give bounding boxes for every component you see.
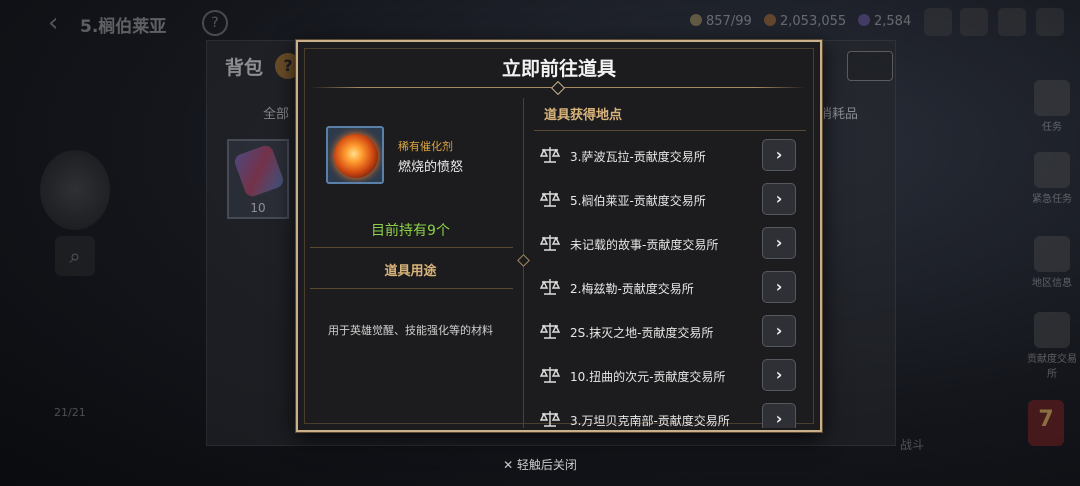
- scale-icon: [540, 411, 560, 427]
- menu-label: 紧急任务: [1032, 194, 1072, 205]
- go-button[interactable]: ›: [762, 227, 796, 259]
- zoom-icon[interactable]: ⌕: [55, 236, 95, 276]
- slot-quantity: 10: [250, 201, 266, 215]
- episode-number: 7: [1038, 407, 1054, 432]
- currency-gold: 2,053,055: [764, 14, 846, 29]
- usage-text: 用于英雄觉醒、技能强化等的材料: [328, 324, 493, 337]
- go-button[interactable]: ›: [762, 183, 796, 215]
- close-hint[interactable]: ✕ 轻触后关闭: [0, 456, 1080, 473]
- go-button[interactable]: ›: [762, 271, 796, 303]
- inventory-slot[interactable]: 10: [227, 139, 289, 219]
- modal-title: 立即前往道具: [501, 58, 616, 80]
- source-label: 10.扭曲的次元-贡献度交易所: [570, 370, 726, 384]
- list-item: 10.扭曲的次元-贡献度交易所 ›: [534, 358, 806, 394]
- urgent-quest-icon: [1034, 152, 1070, 188]
- location-title: 5.榈伯莱亚: [80, 17, 167, 37]
- scale-icon: [540, 367, 560, 383]
- scale-icon: [1034, 312, 1070, 348]
- scale-icon: [540, 191, 560, 207]
- tab-all[interactable]: 全部: [263, 103, 289, 122]
- currency-value: 2,053,055: [780, 14, 847, 29]
- quest-icon: [1034, 80, 1070, 116]
- go-button[interactable]: ›: [762, 315, 796, 347]
- exchange-menu[interactable]: 贡献度交易所: [1024, 312, 1080, 380]
- go-button[interactable]: ›: [762, 403, 796, 428]
- menu-label: 贡献度交易所: [1027, 354, 1077, 380]
- left-hud: ⌕: [40, 150, 110, 276]
- source-label: 未记载的故事-贡献度交易所: [570, 238, 719, 252]
- list-item: 未记载的故事-贡献度交易所 ›: [534, 226, 806, 262]
- sources-title: 道具获得地点: [544, 108, 623, 123]
- source-label: 5.榈伯莱亚-贡献度交易所: [570, 194, 706, 208]
- list-item: 2.梅兹勒-贡献度交易所 ›: [534, 270, 806, 306]
- owned-count: 目前持有9个: [371, 223, 450, 239]
- list-item: 5.榈伯莱亚-贡献度交易所 ›: [534, 182, 806, 218]
- tab-consumable[interactable]: 消耗品: [819, 103, 858, 122]
- party-counter: 21/21: [54, 406, 86, 419]
- inventory-icon[interactable]: [924, 8, 952, 36]
- list-item: 2S.抹灭之地-贡献度交易所 ›: [534, 314, 806, 350]
- source-label: 3.万坦贝克南部-贡献度交易所: [570, 414, 730, 428]
- episode-button[interactable]: 7: [1028, 400, 1064, 446]
- go-to-item-modal: 立即前往道具 稀有催化剂 燃烧的愤怒 目前持有9个 道具用途 用于英雄觉醒、技能…: [296, 40, 822, 432]
- map-icon: [1034, 236, 1070, 272]
- currency-stamina: 857/99: [690, 14, 752, 29]
- sort-icon[interactable]: [847, 51, 893, 81]
- item-name: 燃烧的愤怒: [398, 160, 464, 175]
- source-label: 3.萨波瓦拉-贡献度交易所: [570, 150, 706, 164]
- crystal-icon: [858, 14, 870, 26]
- go-button[interactable]: ›: [762, 139, 796, 171]
- chat-icon[interactable]: [998, 8, 1026, 36]
- scale-icon: [540, 279, 560, 295]
- fire-orb-icon: [334, 134, 378, 178]
- section-divider: [310, 288, 513, 289]
- currency-value: 857/99: [706, 14, 752, 29]
- sources-list[interactable]: 3.萨波瓦拉-贡献度交易所 › 5.榈伯莱亚-贡献度交易所 › 未记载的故事-贡…: [534, 138, 806, 428]
- compass-icon[interactable]: [40, 150, 110, 230]
- menu-label: 地区信息: [1032, 278, 1072, 289]
- scale-icon: [540, 235, 560, 251]
- quest-menu[interactable]: 任务: [1024, 80, 1080, 133]
- item-grade: 稀有催化剂: [398, 140, 453, 153]
- currency-crystal: 2,584: [858, 14, 911, 29]
- back-arrow-icon[interactable]: ‹: [48, 8, 58, 38]
- gold-icon: [764, 14, 776, 26]
- help-button[interactable]: ?: [202, 10, 228, 36]
- gem-icon: [232, 143, 286, 199]
- urgent-quest-menu[interactable]: 紧急任务: [1024, 152, 1080, 205]
- bag-title: 背包: [225, 57, 264, 79]
- list-item: 3.万坦贝克南部-贡献度交易所 ›: [534, 402, 806, 428]
- top-hud: ‹ 5.榈伯莱亚 ? 857/99 2,053,055 2,584: [0, 0, 1080, 44]
- menu-icon[interactable]: [1036, 8, 1064, 36]
- region-info-menu[interactable]: 地区信息: [1024, 236, 1080, 289]
- sources-divider: [534, 130, 806, 131]
- scale-icon: [540, 147, 560, 163]
- go-button[interactable]: ›: [762, 359, 796, 391]
- menu-label: 任务: [1042, 122, 1062, 133]
- fight-button[interactable]: 战斗: [900, 436, 924, 453]
- usage-title: 道具用途: [384, 264, 437, 279]
- list-item: 3.萨波瓦拉-贡献度交易所 ›: [534, 138, 806, 174]
- checkmark-icon[interactable]: [960, 8, 988, 36]
- stamina-icon: [690, 14, 702, 26]
- item-icon: [326, 126, 384, 184]
- currency-value: 2,584: [874, 14, 912, 29]
- section-divider: [310, 247, 513, 248]
- source-label: 2.梅兹勒-贡献度交易所: [570, 282, 694, 296]
- bottom-hud: 21/21: [54, 406, 86, 419]
- source-label: 2S.抹灭之地-贡献度交易所: [570, 326, 714, 340]
- scale-icon: [540, 323, 560, 339]
